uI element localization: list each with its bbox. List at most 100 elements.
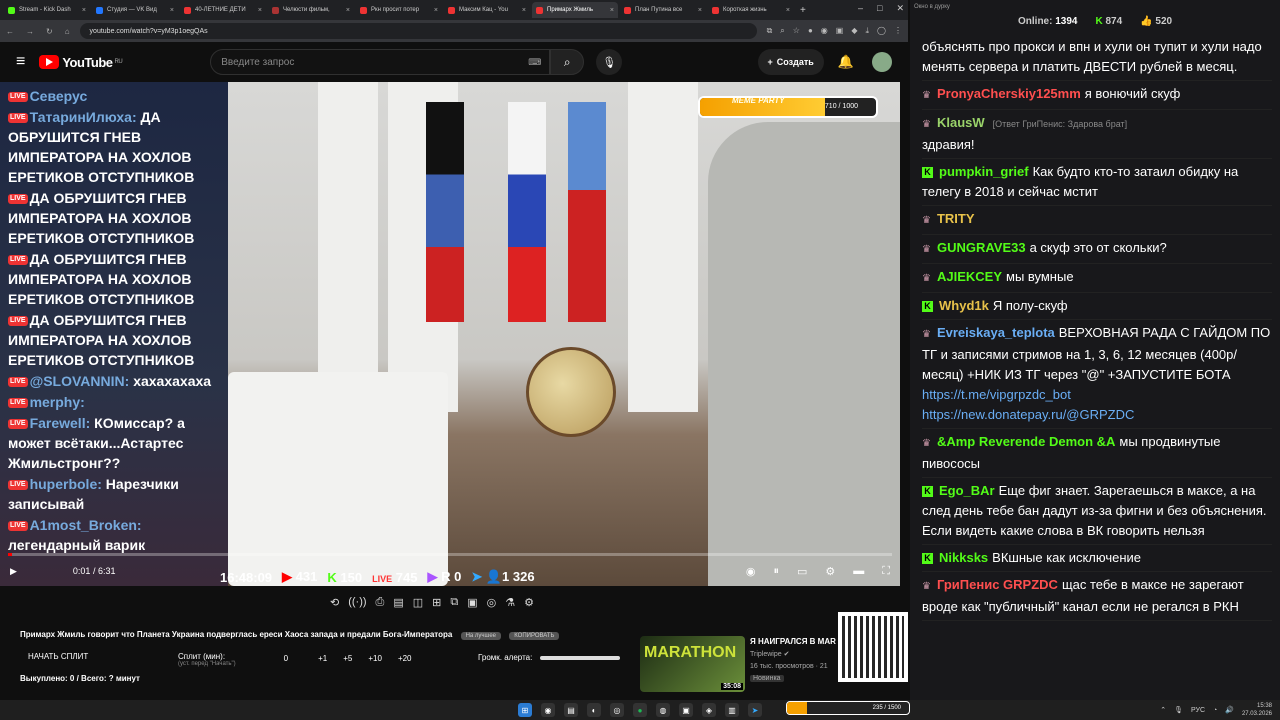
- back-icon[interactable]: ←: [6, 27, 14, 36]
- keyboard-icon[interactable]: ⌨: [528, 57, 541, 68]
- search-input[interactable]: Введите запрос ⌨: [210, 49, 551, 75]
- voice-search-button[interactable]: 🎙: [596, 49, 623, 75]
- tab-close-icon[interactable]: ×: [786, 7, 790, 14]
- split-plus-button[interactable]: +10: [368, 654, 382, 663]
- download-icon[interactable]: ⤓: [866, 26, 870, 36]
- maximize-icon[interactable]: □: [877, 3, 882, 14]
- tab-close-icon[interactable]: ×: [82, 7, 86, 14]
- pip-icon[interactable]: ◫: [413, 596, 423, 614]
- video-player[interactable]: LIVE Северус LIVE ТатаринИлюха: ДА ОБРУШИТ…: [0, 82, 900, 586]
- chat-message-list[interactable]: объяснять про прокси и впн и хули он туп…: [922, 34, 1272, 694]
- discord-icon[interactable]: ◐: [587, 703, 601, 717]
- split-plus-button[interactable]: +20: [398, 654, 412, 663]
- browser-tab[interactable]: Студия — VK Вид ×: [92, 2, 178, 18]
- copy-button[interactable]: КОПИРОВАТЬ: [509, 632, 560, 640]
- browser-tab[interactable]: План Путина все ×: [620, 2, 706, 18]
- chrome-icon[interactable]: ◉: [541, 703, 555, 717]
- close-icon[interactable]: ✕: [896, 3, 904, 14]
- chat-username[interactable]: Whyd1k: [939, 298, 989, 313]
- chat-username[interactable]: TRITY: [937, 211, 975, 226]
- flask-icon[interactable]: ⚗: [505, 596, 515, 614]
- youtube-logo[interactable]: YouTube RU: [39, 55, 123, 70]
- app-icon[interactable]: ◈: [702, 703, 716, 717]
- chat-link[interactable]: https://new.donatepay.ru/@GRPZDC: [922, 407, 1134, 422]
- clock[interactable]: 15:38 27.03.2026: [1242, 702, 1272, 718]
- extension-icon[interactable]: ◉: [821, 26, 828, 36]
- mic-icon[interactable]: 🎙: [1174, 706, 1183, 714]
- theater-mode-icon[interactable]: ▬: [853, 565, 864, 578]
- video-thumbnail[interactable]: MARATHON 35:08: [640, 636, 745, 692]
- forward-icon[interactable]: →: [26, 27, 34, 36]
- reload-icon[interactable]: ↻: [46, 27, 53, 36]
- home-icon[interactable]: ⌂: [65, 27, 70, 36]
- chat-username[interactable]: GUNGRAVE33: [937, 240, 1026, 255]
- tab-close-icon[interactable]: ×: [698, 7, 702, 14]
- search-button[interactable]: ⌕: [550, 49, 585, 75]
- hamburger-menu-icon[interactable]: ≡: [16, 53, 25, 71]
- tab-close-icon[interactable]: ×: [522, 7, 526, 14]
- new-tab-icon[interactable]: +: [800, 5, 806, 16]
- browser-tab-active[interactable]: Примарх Жмиль ×: [532, 2, 618, 18]
- tab-close-icon[interactable]: ×: [170, 7, 174, 14]
- settings-gear-icon[interactable]: ⚙: [825, 565, 835, 578]
- browser-tab[interactable]: 40-ЛЕТНИЕ ДЕТИ ×: [180, 2, 266, 18]
- bookmark-star-icon[interactable]: ☆: [793, 26, 800, 36]
- start-icon[interactable]: ⊞: [518, 703, 532, 717]
- cast-icon[interactable]: ⧉: [767, 26, 773, 36]
- volume-icon[interactable]: 🔊: [1225, 706, 1234, 714]
- url-field[interactable]: youtube.com/watch?v=yM3p1oegQAs: [79, 23, 757, 39]
- chat-username[interactable]: Evreiskaya_teplota: [937, 325, 1055, 340]
- browser-tab[interactable]: Максим Кац - You ×: [444, 2, 530, 18]
- chat-username[interactable]: PronyaCherskiy125mm: [937, 86, 1081, 101]
- browser-tab[interactable]: Ркн просит потер ×: [356, 2, 442, 18]
- autoplay-icon[interactable]: ◉: [746, 565, 756, 578]
- create-button[interactable]: + Создать: [757, 49, 824, 75]
- obs-icon[interactable]: ◍: [656, 703, 670, 717]
- browser-tab[interactable]: Челюсти фильм, ×: [268, 2, 354, 18]
- zoom-icon[interactable]: ⌕: [780, 26, 784, 36]
- app-icon[interactable]: ▣: [679, 703, 693, 717]
- pause-toggle-icon[interactable]: ⏸: [774, 565, 780, 578]
- app-icon[interactable]: ▥: [725, 703, 739, 717]
- telegram-icon[interactable]: ➤: [748, 703, 762, 717]
- extension-icon[interactable]: ●: [808, 26, 813, 36]
- minimize-icon[interactable]: –: [858, 3, 863, 14]
- menu-icon[interactable]: ⋮: [894, 26, 902, 36]
- play-icon[interactable]: ▶: [10, 566, 17, 577]
- camera-icon[interactable]: ◎: [487, 596, 497, 614]
- subtitles-icon[interactable]: ▭: [797, 565, 807, 578]
- extension-icon[interactable]: ▣: [836, 26, 844, 36]
- chat-username[interactable]: pumpkin_grief: [939, 164, 1029, 179]
- chat-username[interactable]: KlausW: [937, 115, 985, 130]
- chevron-up-icon[interactable]: ⌃: [1160, 706, 1166, 714]
- frame-icon[interactable]: ▣: [467, 596, 477, 614]
- start-split-button[interactable]: НАЧАТЬ СПЛИТ: [28, 652, 178, 661]
- profile-icon[interactable]: ◯: [877, 26, 886, 36]
- notifications-bell-icon[interactable]: 🔔: [838, 54, 854, 70]
- browser-tab[interactable]: Stream - Kick Dash ×: [4, 2, 90, 18]
- alert-volume-slider[interactable]: [540, 655, 621, 660]
- recommended-video-card[interactable]: MARATHON 35:08 Я НАИГРАЛСЯ В MAR Triplew…: [640, 636, 840, 692]
- chat-link[interactable]: https://t.me/vipgrpzdc_bot: [922, 387, 1071, 402]
- clip-icon[interactable]: ▤: [393, 596, 403, 614]
- best-button[interactable]: На лучшее: [460, 632, 502, 640]
- chat-username[interactable]: ГриПенис GRPZDC: [937, 577, 1058, 592]
- split-plus-button[interactable]: +5: [343, 654, 352, 663]
- chat-username[interactable]: Ego_BAr: [939, 483, 995, 498]
- fullscreen-icon[interactable]: ⛶: [882, 565, 890, 578]
- input-language[interactable]: РУС: [1191, 707, 1205, 714]
- speed-icon[interactable]: ⊞: [432, 596, 441, 614]
- broadcast-icon[interactable]: ((·)): [348, 596, 366, 614]
- settings-icon[interactable]: ⚙: [524, 596, 534, 614]
- screenshot-icon[interactable]: ⎙: [376, 596, 385, 614]
- tab-close-icon[interactable]: ×: [258, 7, 262, 14]
- wifi-icon[interactable]: ◔: [1213, 707, 1217, 714]
- chat-username[interactable]: AJIEKCEY: [937, 269, 1002, 284]
- spotify-icon[interactable]: ●: [633, 703, 647, 717]
- steam-icon[interactable]: ◎: [610, 703, 624, 717]
- loop-icon[interactable]: ⟲: [330, 596, 339, 614]
- shortcut-icon[interactable]: ⧉: [450, 596, 458, 614]
- split-plus-button[interactable]: +1: [318, 654, 327, 663]
- avatar[interactable]: [872, 52, 892, 72]
- explorer-icon[interactable]: ▤: [564, 703, 578, 717]
